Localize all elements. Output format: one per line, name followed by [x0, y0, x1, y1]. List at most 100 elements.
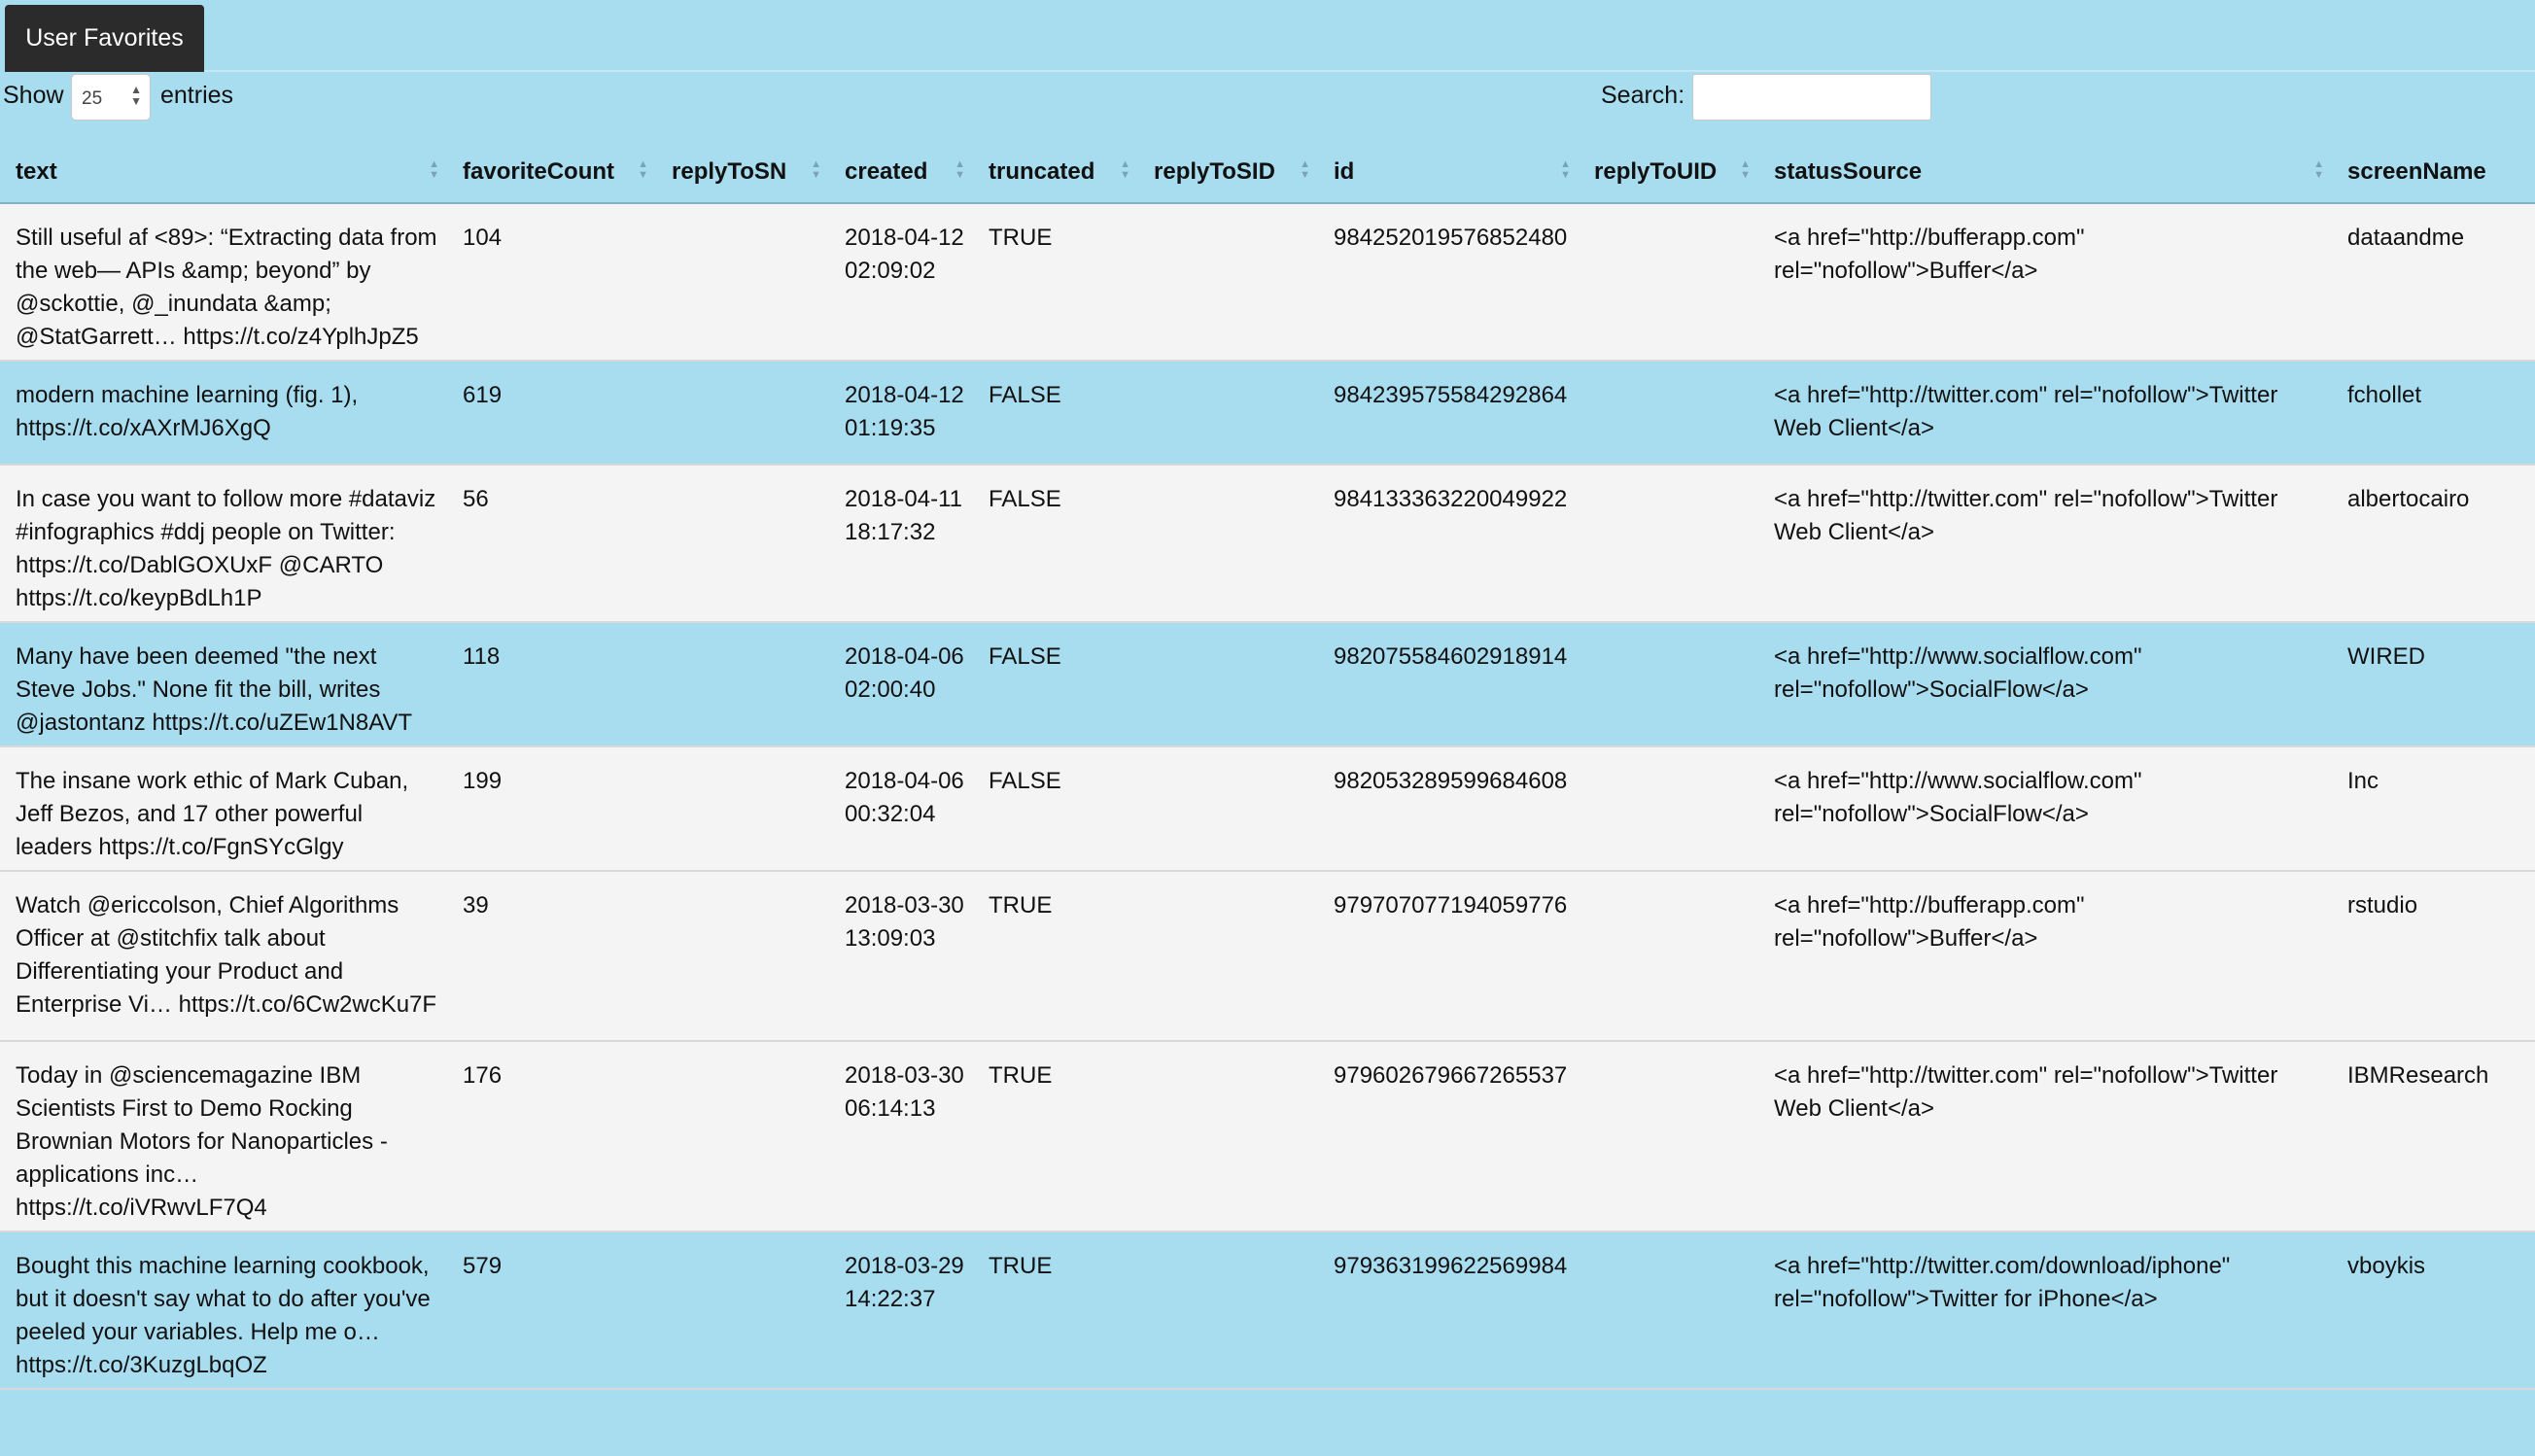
cell-replytouid	[1579, 746, 1758, 872]
page-size-select[interactable]: 25 ▲ ▼	[71, 74, 151, 121]
cell-screenname: vboykis	[2332, 1231, 2535, 1390]
cell-replytosn	[656, 465, 829, 623]
cell-truncated: FALSE	[973, 361, 1138, 466]
cell-replytosn	[656, 361, 829, 466]
cell-text: modern machine learning (fig. 1), https:…	[0, 361, 447, 466]
cell-created: 2018-03-30 13:09:03	[829, 871, 973, 1042]
search-label: Search:	[1601, 82, 1685, 109]
cell-replytosid	[1138, 361, 1318, 466]
cell-replytosid	[1138, 622, 1318, 747]
cell-replytosn	[656, 1041, 829, 1232]
table-row: Still useful af <89>: “Extracting data f…	[0, 203, 2535, 362]
cell-statussource: <a href="http://bufferapp.com" rel="nofo…	[1758, 871, 2332, 1042]
cell-truncated: TRUE	[973, 1231, 1138, 1390]
cell-created: 2018-04-11 18:17:32	[829, 465, 973, 623]
cell-replytosn	[656, 1231, 829, 1390]
cell-truncated: TRUE	[973, 203, 1138, 362]
cell-text: Bought this machine learning cookbook, b…	[0, 1231, 447, 1390]
cell-truncated: TRUE	[973, 871, 1138, 1042]
cell-replytosn	[656, 203, 829, 362]
cell-text: The insane work ethic of Mark Cuban, Jef…	[0, 746, 447, 872]
cell-truncated: FALSE	[973, 622, 1138, 747]
sort-icon: ▲ ▼	[811, 158, 821, 181]
cell-favoritecount: 619	[447, 361, 656, 466]
cell-replytouid	[1579, 203, 1758, 362]
cell-id: 982053289599684608	[1318, 746, 1579, 872]
sort-icon: ▲ ▼	[955, 158, 965, 181]
cell-id: 984252019576852480	[1318, 203, 1579, 362]
sort-icon: ▲ ▼	[1740, 158, 1751, 181]
column-header-replytosn[interactable]: replyToSN ▲ ▼	[656, 141, 829, 204]
cell-created: 2018-03-29 14:22:37	[829, 1231, 973, 1390]
select-arrows-icon: ▲ ▼	[130, 83, 142, 108]
cell-replytosid	[1138, 203, 1318, 362]
cell-replytosn	[656, 746, 829, 872]
table-controls: Show 25 ▲ ▼ entries Search:	[0, 72, 2535, 130]
column-header-truncated[interactable]: truncated ▲ ▼	[973, 141, 1138, 204]
column-header-replytosid[interactable]: replyToSID ▲ ▼	[1138, 141, 1318, 204]
cell-replytosid	[1138, 1231, 1318, 1390]
column-header-statussource[interactable]: statusSource ▲ ▼	[1758, 141, 2332, 204]
sort-icon: ▲ ▼	[638, 158, 648, 181]
sort-icon: ▲ ▼	[1560, 158, 1571, 181]
cell-replytouid	[1579, 1231, 1758, 1390]
table-row: In case you want to follow more #dataviz…	[0, 465, 2535, 623]
cell-replytouid	[1579, 361, 1758, 466]
cell-favoritecount: 176	[447, 1041, 656, 1232]
column-header-created[interactable]: created ▲ ▼	[829, 141, 973, 204]
table-row: Today in @sciencemagazine IBM Scientists…	[0, 1041, 2535, 1232]
cell-screenname: fchollet	[2332, 361, 2535, 466]
cell-truncated: TRUE	[973, 1041, 1138, 1232]
tab-user-favorites[interactable]: User Favorites	[5, 5, 204, 72]
page-size-value: 25	[82, 88, 103, 109]
cell-text: Still useful af <89>: “Extracting data f…	[0, 203, 447, 362]
cell-id: 984239575584292864	[1318, 361, 1579, 466]
cell-created: 2018-04-06 00:32:04	[829, 746, 973, 872]
cell-favoritecount: 39	[447, 871, 656, 1042]
cell-screenname: IBMResearch	[2332, 1041, 2535, 1232]
search-input[interactable]	[1692, 74, 1931, 121]
cell-statussource: <a href="http://twitter.com" rel="nofoll…	[1758, 361, 2332, 466]
cell-favoritecount: 104	[447, 203, 656, 362]
cell-text: Many have been deemed "the next Steve Jo…	[0, 622, 447, 747]
entries-label: entries	[160, 82, 234, 109]
cell-created: 2018-04-12 02:09:02	[829, 203, 973, 362]
cell-replytosid	[1138, 465, 1318, 623]
cell-replytouid	[1579, 622, 1758, 747]
cell-replytouid	[1579, 1041, 1758, 1232]
cell-replytouid	[1579, 465, 1758, 623]
cell-favoritecount: 56	[447, 465, 656, 623]
column-header-screenname[interactable]: screenName	[2332, 141, 2535, 204]
cell-replytosn	[656, 871, 829, 1042]
cell-replytouid	[1579, 871, 1758, 1042]
cell-text: Today in @sciencemagazine IBM Scientists…	[0, 1041, 447, 1232]
show-label: Show	[3, 82, 64, 109]
cell-screenname: rstudio	[2332, 871, 2535, 1042]
cell-replytosid	[1138, 746, 1318, 872]
cell-replytosid	[1138, 1041, 1318, 1232]
cell-screenname: Inc	[2332, 746, 2535, 872]
cell-favoritecount: 118	[447, 622, 656, 747]
sort-icon: ▲ ▼	[2313, 158, 2324, 181]
column-header-replytouid[interactable]: replyToUID ▲ ▼	[1579, 141, 1758, 204]
cell-statussource: <a href="http://bufferapp.com" rel="nofo…	[1758, 203, 2332, 362]
cell-favoritecount: 199	[447, 746, 656, 872]
cell-id: 979602679667265537	[1318, 1041, 1579, 1232]
cell-screenname: albertocairo	[2332, 465, 2535, 623]
column-header-favoritecount[interactable]: favoriteCount ▲ ▼	[447, 141, 656, 204]
sort-icon: ▲ ▼	[1120, 158, 1130, 181]
cell-statussource: <a href="http://twitter.com" rel="nofoll…	[1758, 1041, 2332, 1232]
sort-icon: ▲ ▼	[429, 158, 439, 181]
cell-truncated: FALSE	[973, 746, 1138, 872]
cell-id: 982075584602918914	[1318, 622, 1579, 747]
column-header-id[interactable]: id ▲ ▼	[1318, 141, 1579, 204]
cell-statussource: <a href="http://www.socialflow.com" rel=…	[1758, 746, 2332, 872]
cell-id: 979707077194059776	[1318, 871, 1579, 1042]
cell-replytosid	[1138, 871, 1318, 1042]
favorites-table: text ▲ ▼ favoriteCount ▲ ▼ replyToSN ▲ ▼ creat…	[0, 141, 2535, 1390]
table-row: The insane work ethic of Mark Cuban, Jef…	[0, 746, 2535, 872]
cell-created: 2018-03-30 06:14:13	[829, 1041, 973, 1232]
column-header-text[interactable]: text ▲ ▼	[0, 141, 447, 204]
cell-created: 2018-04-12 01:19:35	[829, 361, 973, 466]
cell-screenname: dataandme	[2332, 203, 2535, 362]
